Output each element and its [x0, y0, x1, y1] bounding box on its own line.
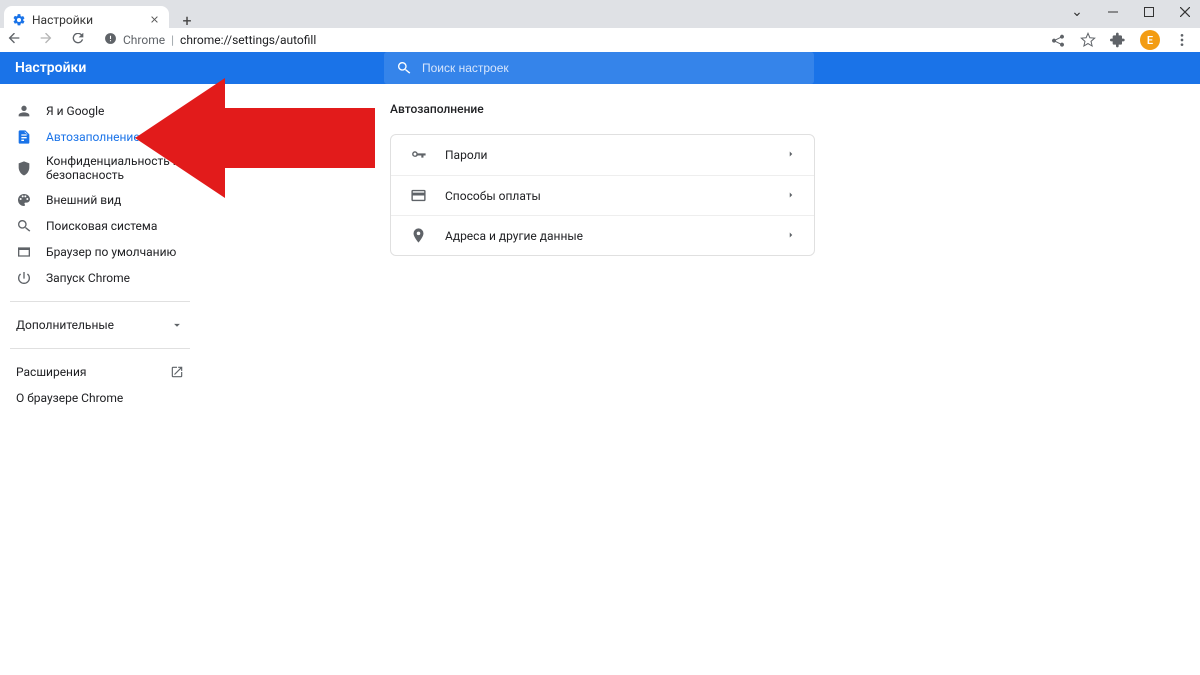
- sidebar-item-label: Я и Google: [46, 104, 184, 118]
- window-icon: [16, 244, 32, 260]
- extensions-icon[interactable]: [1110, 32, 1126, 48]
- gear-icon: [12, 13, 26, 27]
- url-separator: |: [171, 33, 174, 47]
- nav-buttons: [6, 30, 86, 50]
- page-title: Настройки: [15, 60, 86, 76]
- minimize-icon[interactable]: [1104, 3, 1122, 21]
- sidebar-item-autofill[interactable]: Автозаполнение: [10, 124, 190, 150]
- tab-strip: Настройки + ⌄: [0, 0, 1200, 28]
- sidebar-extensions-link[interactable]: Расширения: [10, 359, 190, 385]
- shield-icon: [16, 160, 32, 176]
- palette-icon: [16, 192, 32, 208]
- url-path: chrome://settings/autofill: [180, 33, 316, 47]
- settings-search[interactable]: [384, 52, 814, 84]
- omnibox[interactable]: Chrome | chrome://settings/autofill: [98, 32, 1038, 48]
- search-icon: [16, 218, 32, 234]
- forward-button[interactable]: [38, 30, 54, 50]
- back-button[interactable]: [6, 30, 22, 50]
- toolbar-right: E: [1050, 30, 1190, 50]
- window-controls: ⌄: [1068, 3, 1194, 21]
- autofill-card: Пароли Способы оплаты Адреса и другие да…: [390, 134, 815, 256]
- autofill-icon: [16, 129, 32, 145]
- key-icon: [409, 146, 427, 164]
- sidebar-advanced-label: Дополнительные: [16, 318, 114, 332]
- sidebar-item-label: Автозаполнение: [46, 130, 184, 144]
- settings-body: Я и Google Автозаполнение Конфиденциальн…: [0, 84, 1200, 675]
- row-label: Адреса и другие данные: [445, 229, 786, 243]
- settings-content: Автозаполнение Пароли Способы оплаты Адр…: [200, 84, 1200, 675]
- credit-card-icon: [409, 187, 427, 205]
- search-icon: [396, 60, 412, 76]
- reload-button[interactable]: [70, 30, 86, 50]
- row-passwords[interactable]: Пароли: [391, 135, 814, 175]
- sidebar-item-privacy[interactable]: Конфиденциальность и безопасность: [10, 150, 190, 187]
- chevron-right-icon: [786, 189, 796, 203]
- row-label: Способы оплаты: [445, 189, 786, 203]
- sidebar-about-link[interactable]: О браузере Chrome: [10, 385, 190, 411]
- sidebar-item-search[interactable]: Поисковая система: [10, 213, 190, 239]
- row-payments[interactable]: Способы оплаты: [391, 175, 814, 215]
- browser-tab-settings[interactable]: Настройки: [4, 6, 169, 33]
- sidebar-item-label: Внешний вид: [46, 193, 184, 207]
- chevron-right-icon: [786, 229, 796, 243]
- row-label: Пароли: [445, 148, 786, 162]
- location-icon: [409, 227, 427, 245]
- sidebar-item-me-google[interactable]: Я и Google: [10, 98, 190, 124]
- settings-sidebar: Я и Google Автозаполнение Конфиденциальн…: [0, 84, 200, 675]
- row-addresses[interactable]: Адреса и другие данные: [391, 215, 814, 255]
- browser-chrome: Настройки + ⌄: [0, 0, 1200, 52]
- site-info-icon[interactable]: [104, 32, 117, 48]
- settings-search-input[interactable]: [422, 61, 802, 75]
- new-tab-button[interactable]: +: [176, 9, 198, 31]
- kebab-menu-icon[interactable]: [1174, 32, 1190, 48]
- sidebar-item-label: Запуск Chrome: [46, 271, 184, 285]
- address-bar: Chrome | chrome://settings/autofill E: [0, 28, 1200, 52]
- open-in-new-icon: [170, 365, 184, 379]
- sidebar-item-default-browser[interactable]: Браузер по умолчанию: [10, 239, 190, 265]
- person-icon: [16, 103, 32, 119]
- url-scheme: Chrome: [123, 33, 165, 47]
- profile-avatar[interactable]: E: [1140, 30, 1160, 50]
- bookmark-icon[interactable]: [1080, 32, 1096, 48]
- maximize-icon[interactable]: [1140, 3, 1158, 21]
- sidebar-extensions-label: Расширения: [16, 365, 86, 379]
- chevron-down-icon: [170, 318, 184, 332]
- chevron-down-icon[interactable]: ⌄: [1068, 3, 1086, 21]
- sidebar-item-appearance[interactable]: Внешний вид: [10, 187, 190, 213]
- chevron-right-icon: [786, 148, 796, 162]
- settings-header: Настройки: [0, 52, 1200, 84]
- sidebar-advanced-toggle[interactable]: Дополнительные: [10, 312, 190, 338]
- divider: [10, 348, 190, 349]
- share-icon[interactable]: [1050, 32, 1066, 48]
- sidebar-item-label: Поисковая система: [46, 219, 184, 233]
- section-title: Автозаполнение: [390, 102, 1200, 116]
- power-icon: [16, 270, 32, 286]
- sidebar-item-label: Браузер по умолчанию: [46, 245, 184, 259]
- window-close-icon[interactable]: [1176, 3, 1194, 21]
- divider: [10, 301, 190, 302]
- sidebar-about-label: О браузере Chrome: [16, 391, 123, 405]
- sidebar-item-startup[interactable]: Запуск Chrome: [10, 265, 190, 291]
- tab-title: Настройки: [32, 13, 93, 27]
- sidebar-item-label: Конфиденциальность и безопасность: [46, 154, 184, 183]
- close-icon[interactable]: [147, 13, 161, 27]
